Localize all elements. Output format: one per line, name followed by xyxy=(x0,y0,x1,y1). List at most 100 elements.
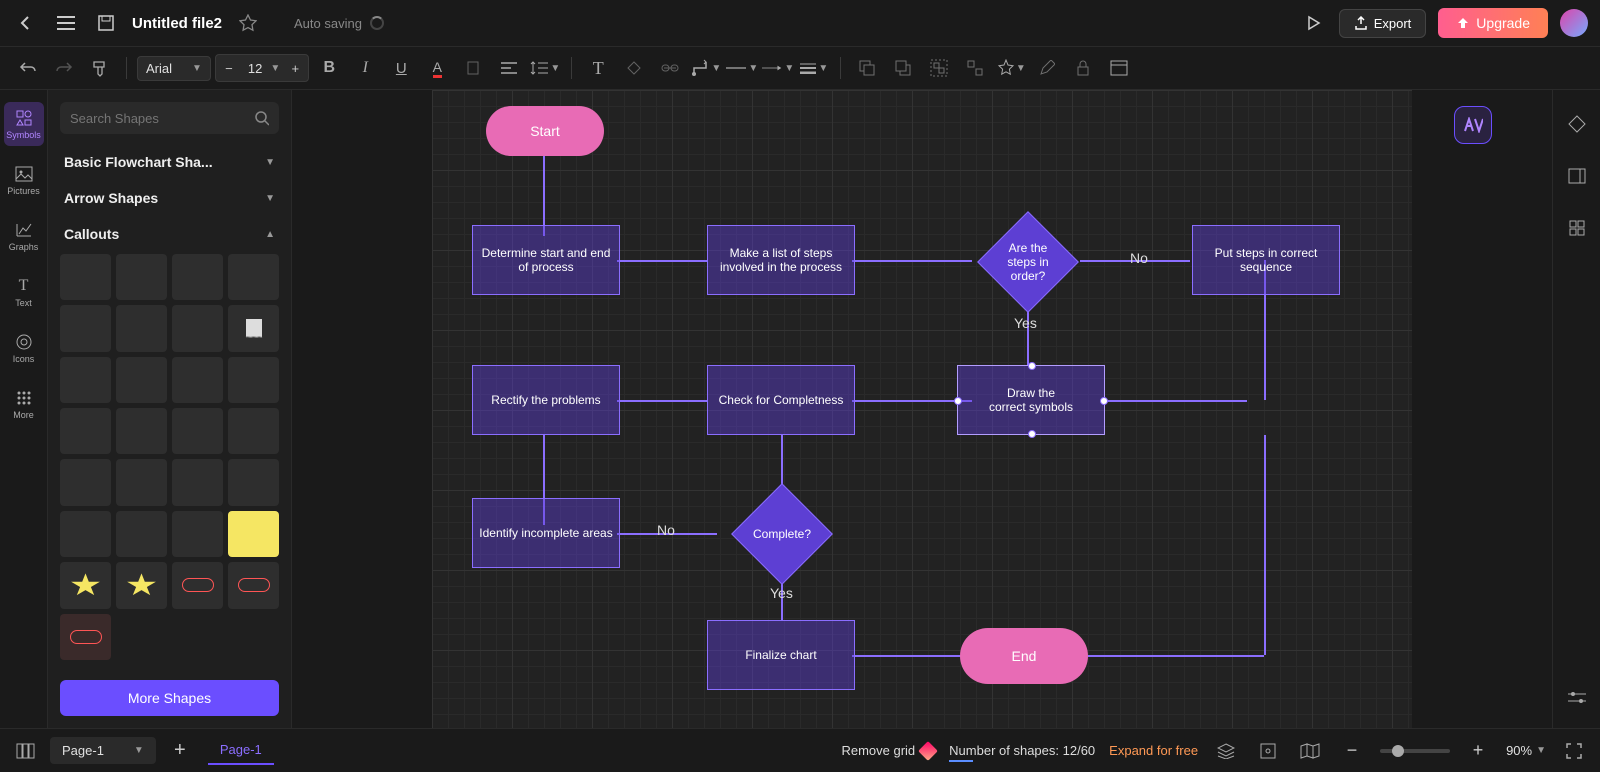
rail-text[interactable]: TText xyxy=(4,270,44,314)
align-button[interactable] xyxy=(493,52,525,84)
undo-button[interactable] xyxy=(12,52,44,84)
edit-button[interactable] xyxy=(1031,52,1063,84)
shape-thumb[interactable] xyxy=(116,459,167,505)
shape-thumb-pill[interactable] xyxy=(172,562,223,608)
shape-thumb-sticky[interactable] xyxy=(228,511,279,557)
group-button[interactable] xyxy=(923,52,955,84)
font-size-increase[interactable]: + xyxy=(284,57,306,79)
shape-thumb[interactable] xyxy=(60,408,111,454)
shape-thumb[interactable] xyxy=(172,459,223,505)
shape-thumb-starburst[interactable] xyxy=(60,562,111,608)
bring-front-button[interactable] xyxy=(887,52,919,84)
zoom-in-button[interactable]: + xyxy=(1464,737,1492,765)
line-style-button[interactable]: ▼ xyxy=(726,52,758,84)
effects-button[interactable]: ▼ xyxy=(995,52,1027,84)
zoom-out-button[interactable]: − xyxy=(1338,737,1366,765)
shape-thumb[interactable] xyxy=(228,305,279,351)
file-title[interactable]: Untitled file2 xyxy=(132,15,222,32)
shape-thumb[interactable] xyxy=(116,254,167,300)
redo-button[interactable] xyxy=(48,52,80,84)
shape-thumb[interactable] xyxy=(60,511,111,557)
font-size-control[interactable]: − 12 ▼ + xyxy=(215,54,309,82)
focus-button[interactable] xyxy=(1254,737,1282,765)
send-back-button[interactable] xyxy=(851,52,883,84)
shape-thumb[interactable] xyxy=(228,459,279,505)
text-tool-button[interactable]: T xyxy=(582,52,614,84)
menu-button[interactable] xyxy=(52,9,80,37)
pages-overview-button[interactable] xyxy=(12,737,40,765)
panel-toggle-button[interactable] xyxy=(1563,162,1591,190)
search-input[interactable] xyxy=(70,111,246,126)
underline-button[interactable]: U xyxy=(385,52,417,84)
shape-thumb[interactable] xyxy=(172,254,223,300)
italic-button[interactable]: I xyxy=(349,52,381,84)
lock-button[interactable] xyxy=(1067,52,1099,84)
rail-more[interactable]: More xyxy=(4,382,44,426)
ai-assistant-button[interactable] xyxy=(1454,106,1492,144)
ungroup-button[interactable] xyxy=(959,52,991,84)
shape-thumb[interactable] xyxy=(228,254,279,300)
shape-thumb[interactable] xyxy=(228,357,279,403)
node-finalize[interactable]: Finalize chart xyxy=(707,620,855,690)
grid-view-button[interactable] xyxy=(1563,214,1591,242)
rail-icons[interactable]: Icons xyxy=(4,326,44,370)
shape-thumb[interactable] xyxy=(60,357,111,403)
expand-free-link[interactable]: Expand for free xyxy=(1109,743,1198,758)
shape-thumb[interactable] xyxy=(116,511,167,557)
rail-graphs[interactable]: Graphs xyxy=(4,214,44,258)
export-button[interactable]: Export xyxy=(1339,9,1427,38)
connector-button[interactable]: ▼ xyxy=(690,52,722,84)
shape-thumb-starburst[interactable] xyxy=(116,562,167,608)
shape-thumb[interactable] xyxy=(172,305,223,351)
zoom-value[interactable]: 90%▼ xyxy=(1506,743,1546,758)
shape-thumb[interactable] xyxy=(60,459,111,505)
shape-thumb[interactable] xyxy=(172,357,223,403)
rail-pictures[interactable]: Pictures xyxy=(4,158,44,202)
node-check[interactable]: Check for Completness xyxy=(707,365,855,435)
star-button[interactable] xyxy=(234,9,262,37)
node-makelist[interactable]: Make a list of steps involved in the pro… xyxy=(707,225,855,295)
fullscreen-button[interactable] xyxy=(1560,737,1588,765)
category-arrow-shapes[interactable]: Arrow Shapes▼ xyxy=(60,180,279,216)
arrow-style-button[interactable]: ▼ xyxy=(762,52,794,84)
page-select[interactable]: Page-1▼ xyxy=(50,737,156,764)
shape-thumb[interactable] xyxy=(116,357,167,403)
more-shapes-button[interactable]: More Shapes xyxy=(60,680,279,716)
font-color-button[interactable]: A xyxy=(421,52,453,84)
line-spacing-button[interactable]: ▼ xyxy=(529,52,561,84)
canvas[interactable]: No Yes No Yes Start Determine start and … xyxy=(292,90,1552,728)
search-shapes[interactable] xyxy=(60,102,279,134)
save-icon[interactable] xyxy=(92,9,120,37)
shape-thumb[interactable] xyxy=(116,408,167,454)
upgrade-button[interactable]: Upgrade xyxy=(1438,8,1548,38)
settings-toggle-button[interactable] xyxy=(1563,684,1591,712)
shape-thumb[interactable] xyxy=(60,305,111,351)
category-basic-flowchart[interactable]: Basic Flowchart Sha...▼ xyxy=(60,144,279,180)
link-button[interactable] xyxy=(654,52,686,84)
back-button[interactable] xyxy=(12,9,40,37)
shape-thumb-pill[interactable] xyxy=(228,562,279,608)
shape-thumb[interactable] xyxy=(228,408,279,454)
text-highlight-button[interactable] xyxy=(457,52,489,84)
font-family-select[interactable]: Arial▼ xyxy=(137,56,211,81)
shape-tool-button[interactable] xyxy=(1563,110,1591,138)
bold-button[interactable]: B xyxy=(313,52,345,84)
shape-thumb[interactable] xyxy=(116,305,167,351)
user-avatar[interactable] xyxy=(1560,9,1588,37)
remove-grid-button[interactable]: Remove grid xyxy=(841,743,935,758)
node-start[interactable]: Start xyxy=(486,106,604,156)
page-tab[interactable]: Page-1 xyxy=(208,736,274,765)
node-determine[interactable]: Determine start and end of process xyxy=(472,225,620,295)
rail-symbols[interactable]: Symbols xyxy=(4,102,44,146)
node-putsteps[interactable]: Put steps in correct sequence xyxy=(1192,225,1340,295)
fill-button[interactable] xyxy=(618,52,650,84)
shape-thumb[interactable] xyxy=(172,408,223,454)
shape-thumb[interactable] xyxy=(172,511,223,557)
add-page-button[interactable]: + xyxy=(166,737,194,765)
line-weight-button[interactable]: ▼ xyxy=(798,52,830,84)
node-rectify[interactable]: Rectify the problems xyxy=(472,365,620,435)
play-button[interactable] xyxy=(1299,9,1327,37)
node-end[interactable]: End xyxy=(960,628,1088,684)
node-draw[interactable]: Draw the correct symbols xyxy=(957,365,1105,435)
font-size-value[interactable]: 12 xyxy=(240,61,270,76)
